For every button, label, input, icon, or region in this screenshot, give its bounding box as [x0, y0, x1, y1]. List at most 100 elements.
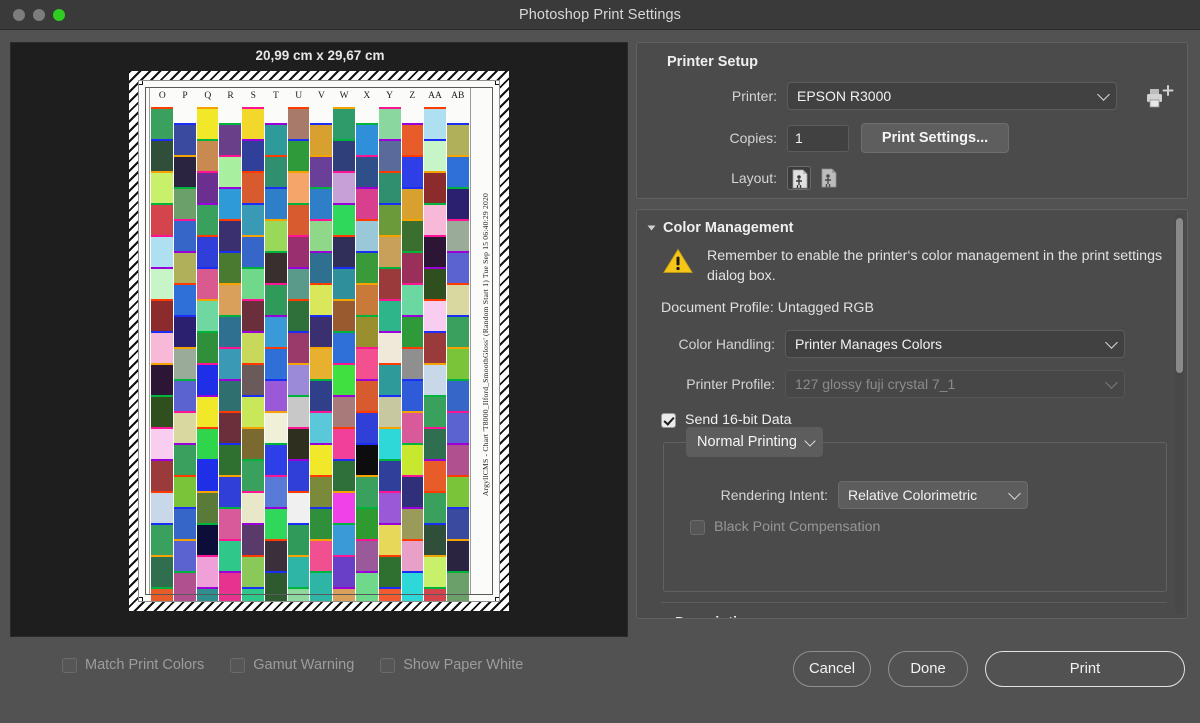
- print-settings-label: Print Settings...: [882, 130, 988, 146]
- color-patch: [288, 363, 310, 395]
- rendering-intent-select[interactable]: Relative Colorimetric: [838, 481, 1028, 509]
- color-patch: [197, 235, 219, 267]
- printer-select[interactable]: EPSON R3000: [787, 82, 1117, 110]
- chart-column-labels: OPQRSTUVWXYZAAAB: [151, 91, 469, 105]
- chart-rule-right: [470, 87, 471, 595]
- color-patch: [197, 523, 219, 555]
- color-patch: [265, 539, 287, 571]
- color-management-scrollbar[interactable]: [1175, 214, 1184, 614]
- color-patch: [219, 347, 241, 379]
- send-16bit-checkbox[interactable]: [661, 413, 676, 428]
- color-patch: [197, 203, 219, 235]
- color-patch: [174, 507, 196, 539]
- chart-column-label: T: [265, 91, 288, 105]
- print-button[interactable]: Print: [985, 651, 1185, 687]
- done-button[interactable]: Done: [888, 651, 968, 687]
- color-patch: [288, 395, 310, 427]
- color-patch: [242, 171, 264, 203]
- color-patch: [379, 267, 401, 299]
- send-16bit-row[interactable]: Send 16-bit Data: [661, 412, 1173, 428]
- portrait-layout-icon[interactable]: [787, 166, 811, 190]
- print-settings-window: Photoshop Print Settings 20,99 cm x 29,6…: [0, 0, 1200, 723]
- transform-handle-bottom-right[interactable]: [495, 597, 500, 602]
- print-preview-pane[interactable]: 20,99 cm x 29,67 cm OPQRSTUVWXYZAAAB Arg…: [10, 42, 628, 637]
- paper-sheet[interactable]: OPQRSTUVWXYZAAAB ArgyllCMS - Chart 'T800…: [138, 80, 500, 602]
- color-patch: [310, 539, 332, 571]
- color-patch: [379, 427, 401, 459]
- cancel-button[interactable]: Cancel: [793, 651, 871, 687]
- chart-column-label: O: [151, 91, 174, 105]
- color-patch: [424, 331, 446, 363]
- patch-column: [333, 107, 355, 587]
- chevron-down-icon[interactable]: [648, 226, 656, 231]
- color-patch: [333, 587, 355, 602]
- printer-setup-group: Printer Setup Printer: EPSON R3000 Copie…: [636, 42, 1188, 199]
- color-patch: [288, 331, 310, 363]
- color-patch: [174, 187, 196, 219]
- color-patch: [310, 187, 332, 219]
- color-patch: [447, 507, 469, 539]
- color-patch: [288, 107, 310, 139]
- color-patch: [333, 107, 355, 139]
- transform-handle-bottom-left[interactable]: [138, 597, 143, 602]
- print-settings-button[interactable]: Print Settings...: [861, 123, 1009, 153]
- printer-label: Printer:: [651, 88, 777, 104]
- bottom-bar: Match Print Colors Gamut Warning Show Pa…: [0, 645, 1200, 723]
- color-patch: [219, 251, 241, 283]
- color-patch: [151, 299, 173, 331]
- color-patch: [151, 107, 173, 139]
- color-patch: [197, 363, 219, 395]
- print-mode-value: Normal Printing: [697, 434, 797, 450]
- color-patch: [379, 139, 401, 171]
- color-patch: [288, 299, 310, 331]
- color-patch: [174, 155, 196, 187]
- printer-add-icon[interactable]: [1145, 85, 1175, 111]
- color-management-group: Color Management Remember to enable the …: [636, 209, 1188, 619]
- landscape-layout-icon[interactable]: [817, 166, 841, 190]
- color-patch: [265, 347, 287, 379]
- color-patch: [265, 475, 287, 507]
- color-patch: [219, 571, 241, 602]
- color-patch: [310, 347, 332, 379]
- color-patch: [356, 379, 378, 411]
- printer-setup-title: Printer Setup: [667, 54, 1173, 70]
- color-patch: [288, 267, 310, 299]
- color-patch: [424, 523, 446, 555]
- cancel-label: Cancel: [809, 661, 855, 677]
- color-patch: [379, 395, 401, 427]
- transform-handle-top-right[interactable]: [495, 80, 500, 85]
- printer-select-value: EPSON R3000: [797, 88, 891, 104]
- chevron-down-icon: [804, 436, 815, 447]
- color-handling-value: Printer Manages Colors: [795, 336, 942, 352]
- color-patch: [333, 555, 355, 587]
- paper-preview[interactable]: OPQRSTUVWXYZAAAB ArgyllCMS - Chart 'T800…: [129, 71, 509, 611]
- transform-handle-top-left[interactable]: [138, 80, 143, 85]
- color-patch: [265, 443, 287, 475]
- color-management-header[interactable]: Color Management: [649, 220, 1173, 236]
- description-header[interactable]: Description: [661, 602, 1167, 619]
- printer-row: Printer: EPSON R3000: [651, 82, 1173, 110]
- scrollbar-thumb[interactable]: [1176, 218, 1183, 373]
- color-patch: [310, 155, 332, 187]
- color-patch: [197, 587, 219, 602]
- preview-dimensions-label: 20,99 cm x 29,67 cm: [11, 48, 629, 63]
- color-patch: [219, 475, 241, 507]
- print-mode-select[interactable]: Normal Printing: [686, 427, 823, 457]
- color-patch: [197, 267, 219, 299]
- printer-profile-row: Printer Profile: 127 glossy fuji crystal…: [649, 370, 1173, 398]
- color-patch: [447, 187, 469, 219]
- color-patch-grid: [151, 107, 469, 587]
- color-patch: [265, 411, 287, 443]
- color-patch: [310, 507, 332, 539]
- color-patch: [310, 123, 332, 155]
- color-patch: [242, 395, 264, 427]
- color-patch: [424, 235, 446, 267]
- color-handling-select[interactable]: Printer Manages Colors: [785, 330, 1125, 358]
- chart-column-label: AB: [446, 91, 469, 105]
- copies-input[interactable]: 1: [787, 125, 849, 152]
- color-patch: [197, 299, 219, 331]
- description-title: Description: [675, 615, 755, 619]
- patch-column: [151, 107, 173, 587]
- patch-column: [288, 107, 310, 587]
- color-patch: [333, 427, 355, 459]
